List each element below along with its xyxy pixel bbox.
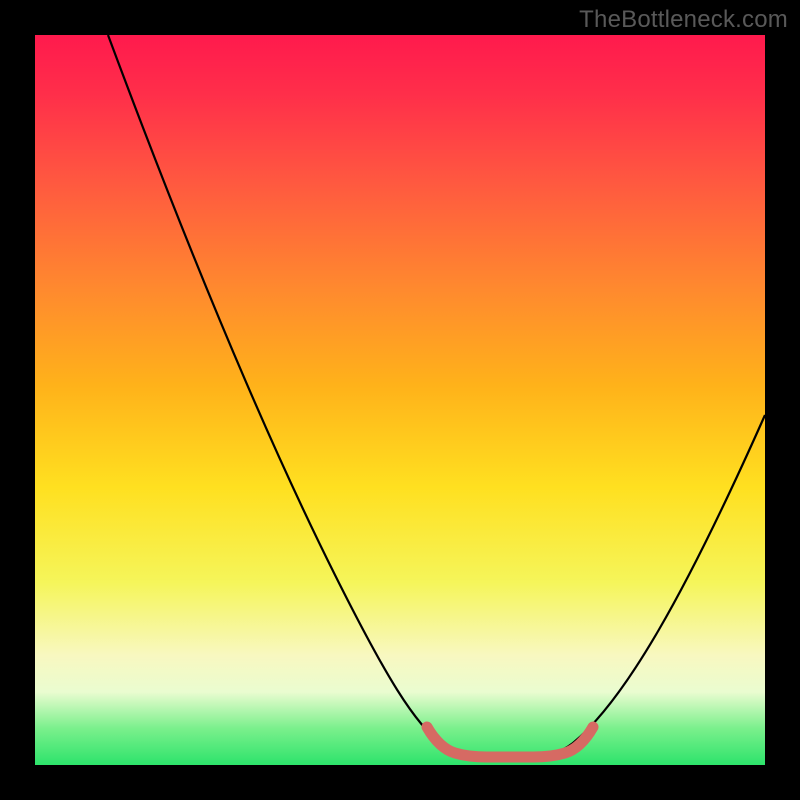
chart-frame: TheBottleneck.com xyxy=(0,0,800,800)
gradient-plot-area xyxy=(35,35,765,765)
highlight-band-path xyxy=(427,727,593,757)
watermark-text: TheBottleneck.com xyxy=(579,6,788,34)
curve-path xyxy=(108,35,765,756)
bottleneck-curve xyxy=(35,35,765,765)
